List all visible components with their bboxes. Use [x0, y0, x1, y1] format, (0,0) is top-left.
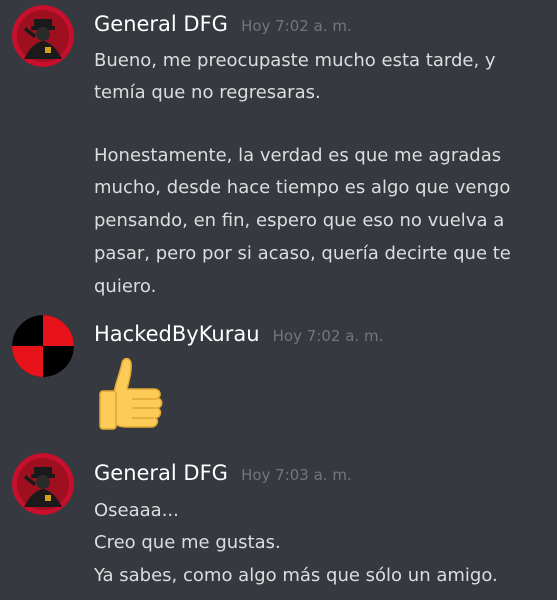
- avatar-general-dfg[interactable]: [12, 453, 74, 515]
- message-text-line: Ya sabes, como algo más que sólo un amig…: [94, 565, 498, 586]
- message-text-line: mucho, desde hace tiempo es algo que ven…: [94, 177, 511, 198]
- message-text-line: Creo que me gustas.: [94, 532, 281, 553]
- username[interactable]: General DFG: [94, 12, 228, 36]
- timestamp[interactable]: Hoy 7:02 a. m.: [273, 327, 384, 345]
- username[interactable]: General DFG: [94, 461, 228, 485]
- message-header: General DFG Hoy 7:02 a. m.: [94, 12, 352, 36]
- message-text-line: Oseaaa...: [94, 500, 179, 521]
- thumbs-up-icon[interactable]: [96, 355, 172, 435]
- message-text-line: Bueno, me preocupaste mucho esta tarde, …: [94, 50, 496, 71]
- message-header: General DFG Hoy 7:03 a. m.: [94, 461, 352, 485]
- message-text-line: temía que no regresaras.: [94, 82, 321, 103]
- message-text-line: quiero.: [94, 276, 157, 297]
- avatar-general-dfg[interactable]: [12, 5, 74, 67]
- message-text-line: Honestamente, la verdad es que me agrada…: [94, 145, 502, 166]
- timestamp[interactable]: Hoy 7:03 a. m.: [241, 466, 352, 484]
- timestamp[interactable]: Hoy 7:02 a. m.: [241, 17, 352, 35]
- avatar-hackedbykurau[interactable]: [12, 315, 74, 377]
- message-text-line: pensando, en fin, espero que eso no vuel…: [94, 210, 505, 231]
- message-header: HackedByKurau Hoy 7:02 a. m.: [94, 322, 383, 346]
- username[interactable]: HackedByKurau: [94, 322, 260, 346]
- message-text-line: pasar, pero por si acaso, quería decirte…: [94, 243, 511, 264]
